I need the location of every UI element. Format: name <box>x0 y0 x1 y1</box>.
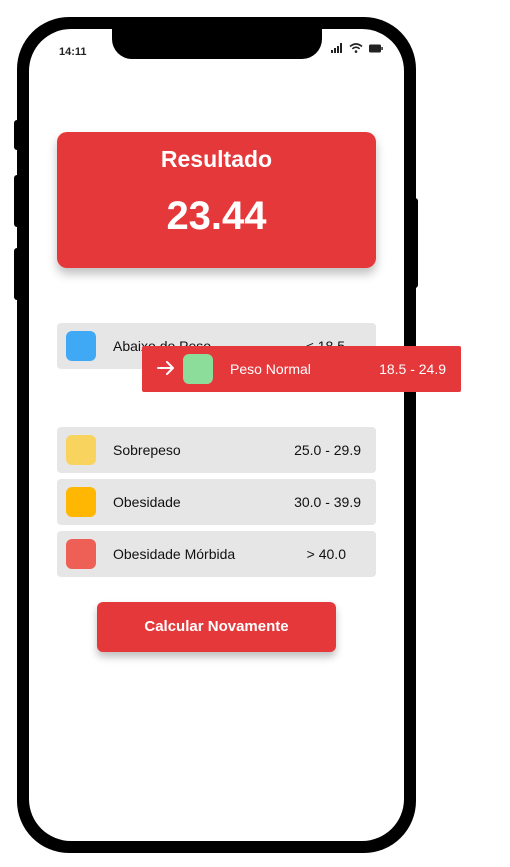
category-range: 25.0 - 29.9 <box>294 442 361 458</box>
battery-icon <box>369 44 383 53</box>
category-range: 18.5 - 24.9 <box>379 361 446 377</box>
category-range: 30.0 - 39.9 <box>294 494 361 510</box>
bmi-value: 23.44 <box>166 194 267 238</box>
color-swatch <box>66 539 96 569</box>
category-range: > 40.0 <box>306 546 346 562</box>
category-label: Obesidade <box>113 494 181 510</box>
category-row-peso-normal: Peso Normal 18.5 - 24.9 <box>142 346 461 392</box>
status-icons <box>331 43 383 53</box>
category-row-sobrepeso: Sobrepeso 25.0 - 29.9 <box>57 427 376 473</box>
status-time: 14:11 <box>59 46 87 58</box>
calculate-again-button[interactable]: Calcular Novamente <box>97 602 336 652</box>
notch <box>112 27 322 59</box>
color-swatch <box>183 354 213 384</box>
color-swatch <box>66 331 96 361</box>
wifi-icon <box>349 43 363 53</box>
result-card: Resultado 23.44 <box>57 132 376 268</box>
arrow-right-icon <box>156 357 176 384</box>
category-row-obesidade: Obesidade 30.0 - 39.9 <box>57 479 376 525</box>
device-frame: 14:11 Resultado 23.44 Abaixo Sobrepeso 2… <box>0 0 510 867</box>
category-label: Sobrepeso <box>113 442 181 458</box>
cellular-signal-icon <box>331 43 343 53</box>
category-label: Peso Normal <box>230 361 311 377</box>
phone-body: 14:11 Resultado 23.44 Abaixo Sobrepeso 2… <box>17 17 416 853</box>
category-label: Obesidade Mórbida <box>113 546 236 562</box>
result-title: Resultado <box>160 146 273 172</box>
screen: 14:11 Resultado 23.44 Abaixo Sobrepeso 2… <box>29 27 404 841</box>
color-swatch <box>66 435 96 465</box>
category-row-obesidade-morbida: Obesidade Mórbida > 40.0 <box>57 531 376 577</box>
color-swatch <box>66 487 96 517</box>
